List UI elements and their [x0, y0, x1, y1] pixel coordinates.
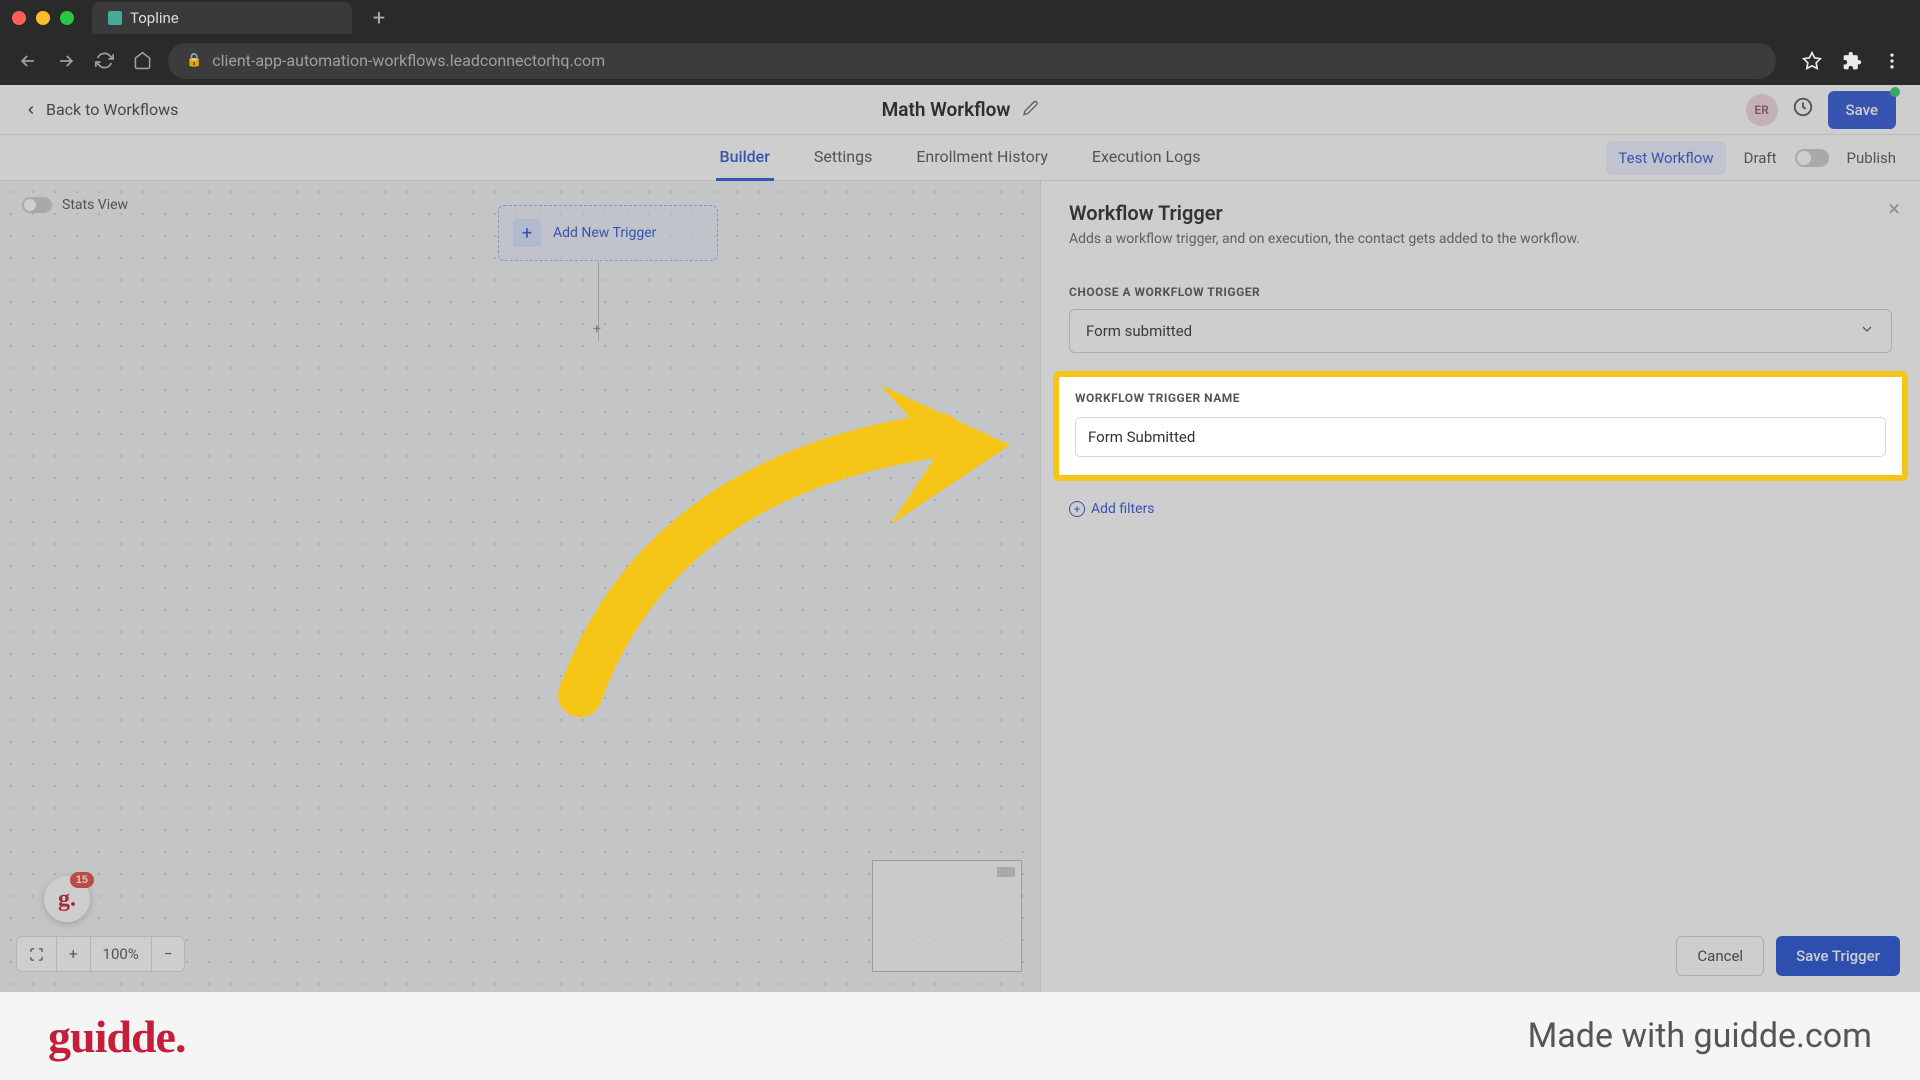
chevron-down-icon: [1859, 321, 1875, 341]
menu-icon[interactable]: [1880, 49, 1904, 73]
app-header: Back to Workflows Math Workflow ER Save: [0, 85, 1920, 135]
test-workflow-button[interactable]: Test Workflow: [1606, 141, 1725, 175]
watermark-text: Made with guidde.com: [1528, 1016, 1872, 1056]
stats-view-toggle[interactable]: Stats View: [22, 197, 128, 213]
back-button[interactable]: [16, 49, 40, 73]
minimap[interactable]: [872, 860, 1022, 972]
choose-trigger-label: CHOOSE A WORKFLOW TRIGGER: [1041, 263, 1920, 309]
plus-circle-icon: +: [1069, 501, 1085, 517]
trigger-name-input[interactable]: [1075, 417, 1886, 457]
zoom-controls: + 100% −: [16, 936, 185, 972]
tab-execution-logs[interactable]: Execution Logs: [1088, 135, 1205, 181]
selected-trigger-value: Form submitted: [1086, 322, 1192, 340]
trigger-panel: × Workflow Trigger Adds a workflow trigg…: [1040, 181, 1920, 992]
home-button[interactable]: [130, 49, 154, 73]
tab-right-controls: Test Workflow Draft Publish: [1606, 141, 1896, 175]
minimize-window-icon[interactable]: [36, 11, 50, 25]
add-new-trigger-button[interactable]: + Add New Trigger: [498, 205, 718, 261]
window-controls[interactable]: [12, 11, 74, 25]
guidde-badge[interactable]: g. 15: [44, 876, 90, 922]
history-icon[interactable]: [1792, 96, 1814, 123]
tab-title: Topline: [130, 9, 179, 27]
fullscreen-icon[interactable]: [17, 937, 57, 971]
app-root: Back to Workflows Math Workflow ER Save …: [0, 85, 1920, 992]
tab-settings[interactable]: Settings: [810, 135, 876, 181]
save-trigger-button[interactable]: Save Trigger: [1776, 936, 1900, 976]
add-trigger-label: Add New Trigger: [553, 225, 656, 241]
browser-tab[interactable]: Topline: [92, 2, 352, 34]
trigger-name-label: WORKFLOW TRIGGER NAME: [1075, 391, 1886, 405]
save-label: Save: [1846, 101, 1878, 119]
guidde-logo: guidde.: [48, 1010, 185, 1063]
panel-footer: Cancel Save Trigger: [1676, 936, 1900, 976]
publish-label: Publish: [1847, 149, 1896, 167]
stats-label: Stats View: [62, 197, 128, 213]
close-panel-icon[interactable]: ×: [1888, 197, 1900, 222]
new-tab-button[interactable]: +: [366, 5, 392, 31]
add-filters-label: Add filters: [1091, 501, 1155, 517]
unsaved-indicator-icon: [1890, 87, 1900, 97]
cancel-button[interactable]: Cancel: [1676, 936, 1764, 976]
header-actions: ER Save: [1746, 91, 1896, 129]
url-text: client-app-automation-workflows.leadconn…: [212, 51, 605, 70]
draft-label: Draft: [1744, 149, 1777, 167]
maximize-window-icon[interactable]: [60, 11, 74, 25]
workflow-tabs: Builder Settings Enrollment History Exec…: [0, 135, 1920, 181]
watermark-bar: guidde. Made with guidde.com: [0, 992, 1920, 1080]
trigger-select[interactable]: Form submitted: [1069, 309, 1892, 353]
extensions-icon[interactable]: [1840, 49, 1864, 73]
zoom-level: 100%: [91, 937, 152, 971]
plus-icon: +: [513, 219, 541, 247]
chevron-left-icon: [24, 103, 38, 117]
workflow-canvas[interactable]: Stats View + Add New Trigger + g. 15 + 1…: [0, 181, 1040, 992]
save-button[interactable]: Save: [1828, 91, 1896, 129]
back-to-workflows-link[interactable]: Back to Workflows: [24, 100, 178, 119]
toggle-switch-icon[interactable]: [22, 197, 52, 213]
tab-builder[interactable]: Builder: [716, 135, 774, 181]
tab-bar: Topline +: [0, 0, 1920, 36]
browser-chrome: Topline + 🔒 client-app-automation-workfl…: [0, 0, 1920, 85]
zoom-in-button[interactable]: +: [57, 937, 91, 971]
add-step-icon[interactable]: +: [593, 321, 601, 337]
panel-title: Workflow Trigger: [1069, 201, 1892, 225]
address-bar: 🔒 client-app-automation-workflows.leadco…: [0, 36, 1920, 85]
url-field[interactable]: 🔒 client-app-automation-workflows.leadco…: [168, 43, 1776, 79]
bookmark-icon[interactable]: [1800, 49, 1824, 73]
canvas-wrap: Stats View + Add New Trigger + g. 15 + 1…: [0, 181, 1920, 992]
highlighted-trigger-name-section: WORKFLOW TRIGGER NAME: [1053, 371, 1908, 481]
back-label: Back to Workflows: [46, 100, 178, 119]
lock-icon: 🔒: [186, 53, 202, 68]
close-window-icon[interactable]: [12, 11, 26, 25]
reload-button[interactable]: [92, 49, 116, 73]
avatar[interactable]: ER: [1746, 94, 1778, 126]
forward-button[interactable]: [54, 49, 78, 73]
add-filters-link[interactable]: + Add filters: [1041, 481, 1920, 537]
workflow-title-group: Math Workflow: [882, 98, 1039, 121]
badge-count: 15: [70, 872, 94, 888]
tab-enrollment-history[interactable]: Enrollment History: [912, 135, 1052, 181]
zoom-out-button[interactable]: −: [152, 937, 185, 971]
page-title: Math Workflow: [882, 98, 1011, 121]
publish-toggle[interactable]: [1795, 149, 1829, 167]
tab-favicon-icon: [108, 11, 122, 25]
panel-subtitle: Adds a workflow trigger, and on executio…: [1069, 231, 1892, 247]
edit-title-icon[interactable]: [1022, 100, 1038, 120]
